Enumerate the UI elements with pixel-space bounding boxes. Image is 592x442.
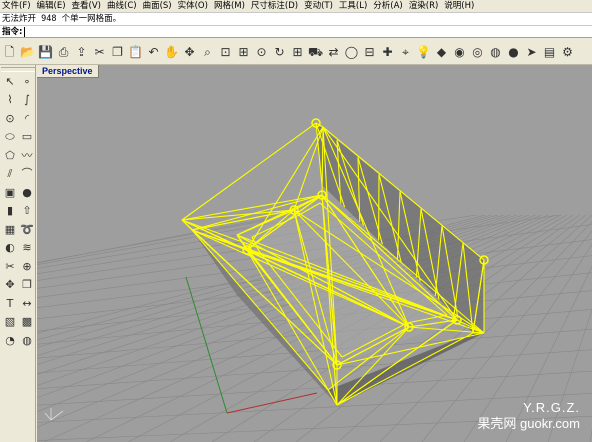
move-icon[interactable]: ✥	[2, 277, 18, 293]
rectangle-icon[interactable]: ▭	[19, 129, 35, 145]
standard-toolbar: 🗋 📂 💾 ⎙ ⇪ ✂ ❐ 📋 ↶ ✋ ✥ ⌕ ⊡ ⊞ ⊙ ↻ ⊞ ⛟ ⇄ ◯ ⊟ ✚ ⌖ 💡 ◆ ◉ ◎ ◍ ● ➤ ▤ ⚙	[0, 39, 592, 65]
render-tool-icon[interactable]: ◍	[19, 332, 35, 348]
car-icon[interactable]: ⛟	[308, 43, 323, 60]
sphere-tool-icon[interactable]: ●	[19, 184, 35, 200]
point-icon[interactable]: ∘	[19, 73, 35, 89]
polygon-icon[interactable]: ⬠	[2, 147, 18, 163]
viewport-title-perspective[interactable]: Perspective	[37, 65, 99, 78]
menu-item[interactable]: 曲线(C)	[105, 0, 141, 12]
main-tool-sidebar: ↖ ∘ ⌇ ∫ ⊙ ◜ ⬭ ▭ ⬠ 〰 ⫽ ⌒ ▣ ● ▮ ⇧ ▦ ➰ ◐ ≋ ✂ ⊕ ✥ ❐ T ↔ ▧ ▩ ◔ ◍	[0, 65, 36, 442]
menu-item[interactable]: 网格(M)	[212, 0, 249, 12]
command-line: 指令:	[0, 25, 592, 38]
menu-item[interactable]: 查看(V)	[70, 0, 105, 12]
snap-icon[interactable]: ✚	[380, 43, 395, 60]
curve-icon[interactable]: ∫	[19, 92, 35, 108]
watermark-line2: 果壳网 guokr.com	[477, 415, 580, 431]
open-icon[interactable]: 📂	[20, 43, 35, 60]
grid-line	[37, 349, 592, 390]
mesh-object[interactable]	[181, 118, 489, 406]
world-axes	[44, 276, 318, 421]
copy-icon[interactable]: ❐	[110, 43, 125, 60]
viewport-canvas[interactable]	[37, 65, 592, 442]
zoom-extents-icon[interactable]: ⊞	[236, 43, 251, 60]
color-wheel-icon[interactable]: ◎	[470, 43, 485, 60]
import-icon[interactable]: ⇪	[74, 43, 89, 60]
command-history-text: 无法炸开 948 个单一网格面。	[2, 14, 122, 24]
menu-item[interactable]: 曲面(S)	[141, 0, 176, 12]
osnap-icon[interactable]: ⌖	[398, 43, 413, 60]
loft-icon[interactable]: ≋	[19, 240, 35, 256]
analyze-icon[interactable]: ◔	[2, 332, 18, 348]
join-icon[interactable]: ⊕	[19, 258, 35, 274]
sidebar-grip[interactable]	[1, 67, 35, 72]
mesh-icon[interactable]: ▦	[2, 221, 18, 237]
boolean-icon[interactable]: ◐	[2, 240, 18, 256]
rotate-view-icon[interactable]: ✥	[182, 43, 197, 60]
new-icon[interactable]: 🗋	[2, 43, 17, 60]
circle-tool-icon[interactable]: ⊙	[2, 110, 18, 126]
offset-icon[interactable]: ⫽	[2, 166, 18, 182]
menu-bar: 文件(F) 编辑(E) 查看(V) 曲线(C) 曲面(S) 实体(O) 网格(M) 尺寸标注(…	[0, 0, 592, 12]
menu-item[interactable]: 工具(L)	[337, 0, 371, 12]
save-icon[interactable]: 💾	[38, 43, 53, 60]
menu-item[interactable]: 文件(F)	[0, 0, 35, 12]
split-icon[interactable]: ✂	[2, 258, 18, 274]
freeform-icon[interactable]: 〰	[19, 147, 35, 163]
block-icon[interactable]: ▩	[19, 314, 35, 330]
text-icon[interactable]: T	[2, 295, 18, 311]
polyline-icon[interactable]: ⌇	[2, 92, 18, 108]
extrude-icon[interactable]: ⇧	[19, 203, 35, 219]
copy-tool-icon[interactable]: ❐	[19, 277, 35, 293]
fillet-icon[interactable]: ⌒	[19, 166, 35, 182]
ellipse-icon[interactable]: ⬭	[2, 129, 18, 145]
material-icon[interactable]: ◉	[452, 43, 467, 60]
undo-icon[interactable]: ↶	[146, 43, 161, 60]
menu-item[interactable]: 尺寸标注(D)	[249, 0, 302, 12]
paste-icon[interactable]: 📋	[128, 43, 143, 60]
rotate-camera-icon[interactable]: ↻	[272, 43, 287, 60]
sweep-icon[interactable]: ➰	[19, 221, 35, 237]
menu-item[interactable]: 分析(A)	[371, 0, 406, 12]
menu-item[interactable]: 说明(H)	[442, 0, 478, 12]
zoom-icon[interactable]: ⌕	[200, 43, 215, 60]
watermark: Y.R.G.Z. 果壳网 guokr.com	[477, 400, 580, 433]
y-axis-line	[185, 276, 228, 414]
pan-hand-icon[interactable]: ✋	[164, 43, 179, 60]
zoom-window-icon[interactable]: ⊡	[218, 43, 233, 60]
menu-item[interactable]: 编辑(E)	[35, 0, 70, 12]
layer-icon[interactable]: ◆	[434, 43, 449, 60]
command-prompt: 指令:	[2, 26, 23, 37]
cplane-icon[interactable]: ⊟	[362, 43, 377, 60]
dimension-icon[interactable]: ↔	[19, 295, 35, 311]
menu-item[interactable]: 渲染(R)	[407, 0, 443, 12]
watermark-line1: Y.R.G.Z.	[523, 399, 580, 415]
arc-icon[interactable]: ◜	[19, 110, 35, 126]
box-icon[interactable]: ▣	[2, 184, 18, 200]
properties-icon[interactable]: ▤	[542, 43, 557, 60]
circle-icon[interactable]: ◯	[344, 43, 359, 60]
sphere-icon[interactable]: ●	[506, 43, 521, 60]
light-bulb-icon[interactable]: 💡	[416, 43, 431, 60]
cylinder-icon[interactable]: ▮	[2, 203, 18, 219]
menu-item[interactable]: 实体(O)	[176, 0, 212, 12]
render-icon[interactable]: ◍	[488, 43, 503, 60]
command-history: 无法炸开 948 个单一网格面。	[0, 12, 592, 25]
cut-icon[interactable]: ✂	[92, 43, 107, 60]
four-viewports-icon[interactable]: ⊞	[290, 43, 305, 60]
options-icon[interactable]: ⚙	[560, 43, 575, 60]
arrow-icon[interactable]: ➤	[524, 43, 539, 60]
triad-y	[44, 412, 52, 421]
zoom-selected-icon[interactable]: ⊙	[254, 43, 269, 60]
select-arrow-icon[interactable]: ↖	[2, 73, 18, 89]
command-input[interactable]	[24, 26, 226, 37]
menu-item[interactable]: 变动(T)	[302, 0, 337, 12]
print-icon[interactable]: ⎙	[56, 43, 71, 60]
perspective-viewport[interactable]: Perspective Y.R.G.Z. 果壳网 guokr.com	[37, 65, 592, 442]
group-icon[interactable]: ▧	[2, 314, 18, 330]
toggle-icon[interactable]: ⇄	[326, 43, 341, 60]
